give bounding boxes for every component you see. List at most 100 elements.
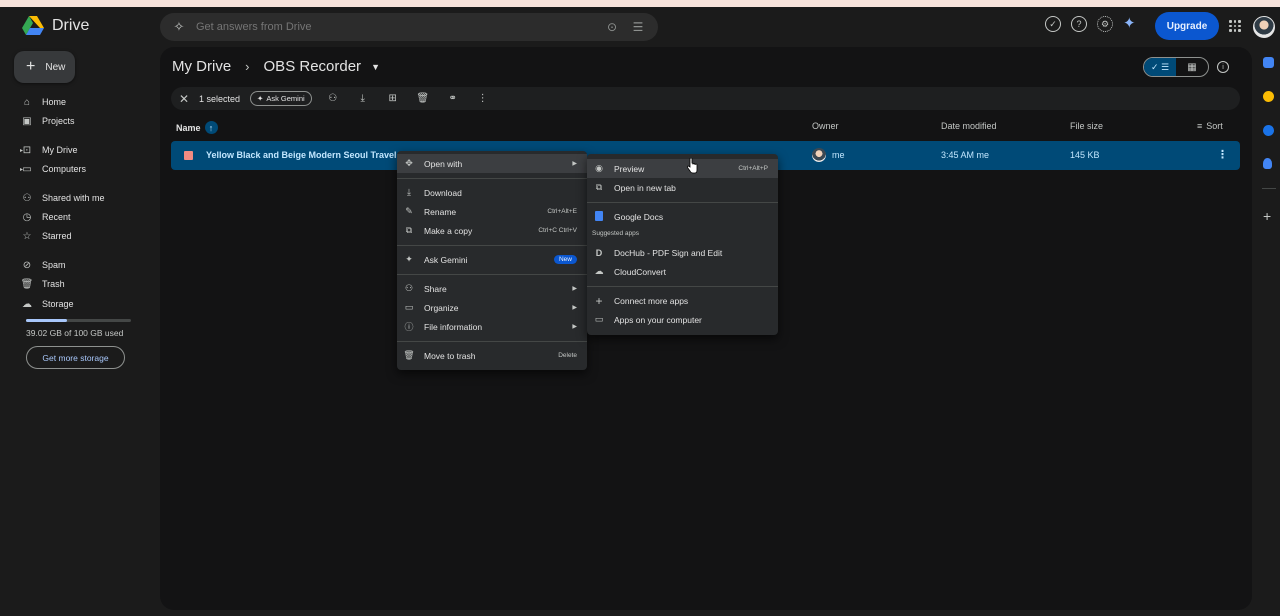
star-icon: ☆ bbox=[22, 230, 32, 242]
new-button[interactable]: + New bbox=[14, 51, 75, 83]
column-header-owner[interactable]: Owner bbox=[812, 121, 839, 131]
menu-item-label: Apps on your computer bbox=[614, 314, 702, 325]
sidebar-item-label: Recent bbox=[42, 212, 71, 222]
app-name: Drive bbox=[52, 17, 90, 34]
storage-progress-bar bbox=[26, 319, 131, 322]
shortcut-text: Ctrl+Alt+E bbox=[547, 208, 577, 215]
trash-icon[interactable]: 🗑 bbox=[414, 93, 432, 104]
breadcrumb-root[interactable]: My Drive bbox=[172, 58, 231, 75]
sidebar-item-label: Storage bbox=[42, 299, 74, 309]
sidebar-item-computers[interactable]: ▭ Computers bbox=[20, 161, 86, 177]
menu-item-label: Rename bbox=[424, 206, 457, 217]
menu-item-move-to-trash[interactable]: 🗑 Move to trash Delete bbox=[397, 346, 587, 365]
filter-icon[interactable]: ☰ bbox=[630, 20, 646, 34]
gemini-icon[interactable]: ✦ bbox=[1123, 16, 1136, 32]
sidebar-item-storage[interactable]: ☁ Storage bbox=[20, 296, 74, 312]
menu-item-make-copy[interactable]: ⧉ Make a copy Ctrl+C Ctrl+V bbox=[397, 221, 587, 240]
clear-selection-close-icon[interactable]: ✕ bbox=[177, 92, 191, 106]
menu-item-connect-more-apps[interactable]: + Connect more apps bbox=[587, 291, 778, 310]
chevron-right-icon: ▶ bbox=[572, 286, 577, 292]
menu-item-rename[interactable]: ✎ Rename Ctrl+Alt+E bbox=[397, 202, 587, 221]
chevron-down-icon[interactable]: ▼ bbox=[371, 62, 380, 72]
recent-icon: ◷ bbox=[22, 211, 32, 223]
download-icon[interactable]: ⤓ bbox=[354, 93, 372, 104]
breadcrumb-current[interactable]: OBS Recorder bbox=[264, 58, 362, 75]
link-icon[interactable]: ⚭ bbox=[444, 93, 462, 104]
move-folder-icon[interactable]: ⊞ bbox=[384, 93, 402, 104]
menu-item-share[interactable]: ⚇ Share ▶ bbox=[397, 279, 587, 298]
header-icons: ✓ ? ⚙ ✦ bbox=[1045, 16, 1136, 32]
help-icon[interactable]: ? bbox=[1071, 16, 1087, 32]
sidebar-item-label: Spam bbox=[42, 260, 66, 270]
offline-ready-icon[interactable]: ✓ bbox=[1045, 16, 1061, 32]
menu-item-cloudconvert[interactable]: ☁ CloudConvert bbox=[587, 262, 778, 281]
menu-item-preview[interactable]: ◉ Preview Ctrl+Alt+P bbox=[587, 159, 778, 178]
spam-icon: ⊘ bbox=[22, 259, 32, 271]
view-toggle: ✓ ☰ ▦ bbox=[1143, 57, 1209, 77]
menu-item-dochub[interactable]: D DocHub - PDF Sign and Edit bbox=[587, 243, 778, 262]
menu-item-ask-gemini[interactable]: ✦ Ask Gemini New bbox=[397, 250, 587, 269]
search-bar[interactable]: ✧ ⊙ ☰ bbox=[160, 13, 658, 41]
search-options-icon[interactable]: ⊙ bbox=[604, 20, 620, 34]
menu-item-apps-on-computer[interactable]: ▭ Apps on your computer bbox=[587, 310, 778, 329]
menu-item-google-docs[interactable]: Google Docs bbox=[587, 207, 778, 226]
column-header-size[interactable]: File size bbox=[1070, 121, 1103, 131]
sidebar-item-starred[interactable]: ☆ Starred bbox=[20, 228, 72, 244]
keep-icon[interactable] bbox=[1263, 91, 1274, 102]
sidebar-item-trash[interactable]: 🗑 Trash bbox=[20, 276, 65, 292]
calendar-icon[interactable] bbox=[1263, 57, 1274, 68]
sort-button[interactable]: ≡ Sort bbox=[1197, 121, 1223, 131]
column-header-name[interactable]: Name ↑ bbox=[176, 121, 218, 134]
grid-view-button[interactable]: ▦ bbox=[1176, 58, 1208, 76]
new-badge: New bbox=[553, 255, 577, 264]
context-menu: ✥ Open with ▶ ⤓ Download ✎ Rename Ctrl+A… bbox=[397, 151, 587, 370]
menu-item-organize[interactable]: ▭ Organize ▶ bbox=[397, 298, 587, 317]
upgrade-button[interactable]: Upgrade bbox=[1155, 12, 1219, 40]
sidebar-item-home[interactable]: ⌂ Home bbox=[20, 94, 66, 110]
menu-item-open-new-tab[interactable]: ⧉ Open in new tab bbox=[587, 178, 778, 197]
account-avatar[interactable] bbox=[1253, 16, 1275, 38]
list-view-button[interactable]: ✓ ☰ bbox=[1144, 58, 1176, 76]
sidebar-item-label: My Drive bbox=[42, 145, 78, 155]
get-more-storage-button[interactable]: Get more storage bbox=[26, 346, 125, 369]
ask-gemini-chip[interactable]: ✦ Ask Gemini bbox=[250, 91, 312, 106]
menu-divider bbox=[397, 274, 587, 275]
pencil-icon: ✎ bbox=[405, 206, 413, 216]
menu-item-label: CloudConvert bbox=[614, 266, 666, 277]
arrow-up-icon[interactable]: ↑ bbox=[204, 121, 218, 134]
sidebar-item-spam[interactable]: ⊘ Spam bbox=[20, 257, 66, 273]
more-vert-icon[interactable]: ⋮ bbox=[474, 93, 492, 104]
file-owner: me bbox=[832, 150, 845, 160]
sidebar-item-projects[interactable]: ▣ Projects bbox=[20, 113, 74, 129]
sidebar-item-recent[interactable]: ◷ Recent bbox=[20, 209, 71, 225]
sidebar-item-label: Shared with me bbox=[42, 193, 105, 203]
contacts-icon[interactable] bbox=[1263, 158, 1272, 169]
tasks-icon[interactable] bbox=[1263, 125, 1274, 136]
settings-icon[interactable]: ⚙ bbox=[1097, 16, 1113, 32]
menu-item-download[interactable]: ⤓ Download bbox=[397, 183, 587, 202]
details-info-icon[interactable]: i bbox=[1217, 61, 1229, 73]
shortcut-text: Ctrl+C Ctrl+V bbox=[538, 227, 577, 234]
menu-item-file-information[interactable]: ⓘ File information ▶ bbox=[397, 317, 587, 336]
home-icon: ⌂ bbox=[23, 96, 31, 108]
share-person-icon[interactable]: ⚇ bbox=[324, 93, 342, 104]
more-actions-icon[interactable]: ⋮ bbox=[1217, 148, 1228, 161]
column-header-modified[interactable]: Date modified bbox=[941, 121, 997, 131]
selection-toolbar: ✕ 1 selected ✦ Ask Gemini ⚇ ⤓ ⊞ 🗑 ⚭ ⋮ bbox=[171, 87, 1240, 110]
drive-logo[interactable]: Drive bbox=[22, 16, 89, 36]
menu-divider bbox=[587, 202, 778, 203]
menu-item-label: Open in new tab bbox=[614, 182, 676, 193]
cloud-icon: ☁ bbox=[22, 298, 32, 310]
sidebar-item-shared[interactable]: ⚇ Shared with me bbox=[20, 190, 105, 206]
ask-gemini-label: Ask Gemini bbox=[266, 94, 305, 103]
menu-item-open-with[interactable]: ✥ Open with ▶ bbox=[397, 154, 587, 173]
search-input[interactable] bbox=[196, 21, 594, 33]
chevron-right-icon: ▶ bbox=[572, 305, 577, 311]
apps-grid-icon[interactable] bbox=[1229, 20, 1241, 32]
add-addon-plus-icon[interactable]: + bbox=[1263, 208, 1271, 224]
menu-item-label: Connect more apps bbox=[614, 295, 689, 306]
gemini-sparkle-icon: ✦ bbox=[257, 94, 264, 103]
sidebar-item-my-drive[interactable]: ⊡ My Drive bbox=[20, 142, 78, 158]
google-docs-icon bbox=[592, 210, 606, 223]
trash-icon: 🗑 bbox=[20, 278, 34, 290]
